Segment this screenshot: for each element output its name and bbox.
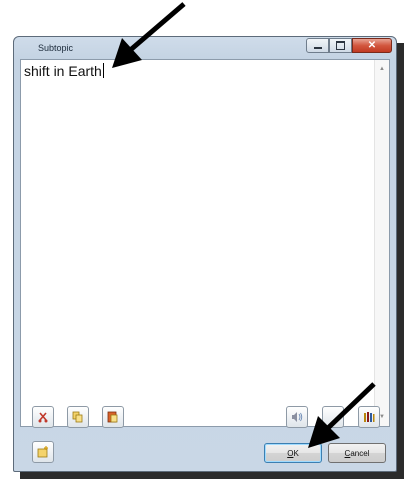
copy-button[interactable] [67, 406, 89, 428]
subtopic-text-area[interactable]: shift in Earth ▲ ▼ [20, 59, 390, 427]
cut-button[interactable] [32, 406, 54, 428]
close-icon: ✕ [367, 39, 377, 51]
editor-content[interactable]: shift in Earth [24, 63, 104, 79]
minimize-button[interactable] [306, 38, 329, 53]
text-caret [102, 63, 104, 78]
speak-button[interactable] [286, 406, 308, 428]
copy-icon [72, 411, 83, 423]
cancel-button[interactable]: Cancel [328, 443, 386, 463]
cancel-label: ancel [350, 448, 370, 458]
window-title: Subtopic [38, 43, 74, 53]
new-note-icon [37, 446, 48, 458]
window-controls: ✕ [306, 38, 392, 55]
ok-label: K [293, 448, 299, 458]
paste-icon [107, 411, 118, 423]
record-button[interactable] [322, 406, 344, 428]
maximize-icon [336, 41, 345, 50]
subtopic-dialog: Subtopic ✕ shift in Earth ▲ ▼ O K C ance… [13, 36, 397, 472]
scroll-up-arrow-icon[interactable]: ▲ [375, 62, 389, 76]
vertical-scrollbar[interactable]: ▲ ▼ [374, 60, 389, 426]
new-note-button[interactable] [32, 441, 54, 463]
paste-button[interactable] [102, 406, 124, 428]
scissors-icon [38, 412, 48, 423]
speaker-icon [292, 412, 303, 422]
dictionary-button[interactable] [358, 406, 380, 428]
minimize-icon [313, 46, 322, 49]
close-button[interactable]: ✕ [352, 38, 392, 53]
editor-text-value: shift in Earth [24, 63, 102, 79]
ok-button[interactable]: OK [264, 443, 322, 463]
maximize-button[interactable] [329, 38, 352, 53]
books-icon [364, 412, 375, 422]
